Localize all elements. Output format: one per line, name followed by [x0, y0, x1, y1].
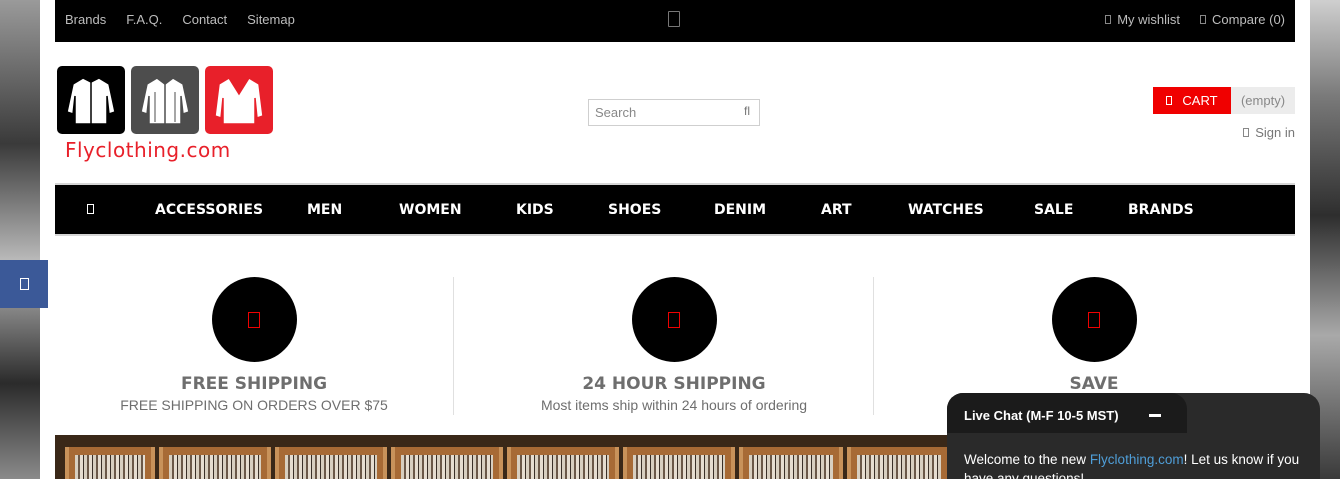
nav-bottom-divider — [55, 234, 1295, 236]
feature-subtitle: FREE SHIPPING ON ORDERS OVER $75 — [120, 397, 388, 413]
live-chat-message: Welcome to the new Flyclothing.com! Let … — [964, 450, 1309, 479]
site-logo[interactable]: Flyclothing.com — [57, 66, 277, 162]
nav-item-accessories[interactable]: ACCESSORIES — [155, 202, 263, 218]
home-icon[interactable] — [87, 204, 94, 214]
nav-item-kids[interactable]: KIDS — [516, 202, 554, 218]
feature-title: SAVE — [1069, 374, 1119, 394]
logo-text: Flyclothing.com — [65, 138, 231, 162]
top-link-faq[interactable]: F.A.Q. — [126, 12, 162, 27]
live-chat-widget: Live Chat (M-F 10-5 MST) Welcome to the … — [947, 393, 1320, 479]
search-icon[interactable]: fl — [744, 104, 750, 118]
top-link-sitemap[interactable]: Sitemap — [247, 12, 295, 27]
chat-site-link[interactable]: Flyclothing.com — [1090, 452, 1184, 467]
facebook-button[interactable] — [0, 260, 48, 308]
heart-icon — [1105, 15, 1112, 24]
nav-item-shoes[interactable]: SHOES — [608, 202, 661, 218]
minimize-icon[interactable] — [1149, 414, 1161, 417]
wishlist-link[interactable]: My wishlist — [1105, 12, 1180, 27]
nav-item-women[interactable]: WOMEN — [399, 202, 462, 218]
top-links: Brands F.A.Q. Contact Sitemap — [65, 12, 295, 27]
compare-label: Compare (0) — [1212, 12, 1285, 27]
clock-icon — [631, 277, 717, 362]
feature-24-hour-shipping: 24 HOUR SHIPPING Most items ship within … — [464, 277, 884, 413]
background-left — [0, 0, 40, 479]
cart-label: CART — [1182, 93, 1218, 108]
cart-widget: CART (empty) — [1153, 87, 1295, 114]
compare-icon — [1200, 15, 1207, 24]
sign-in-label: Sign in — [1255, 125, 1295, 140]
main-nav: ACCESSORIES MEN WOMEN KIDS SHOES DENIM A… — [55, 185, 1295, 234]
logo-jacket-grey — [131, 66, 199, 134]
feature-title: 24 HOUR SHIPPING — [582, 374, 766, 394]
truck-icon — [211, 277, 297, 362]
nav-item-brands[interactable]: BRANDS — [1128, 202, 1194, 218]
feature-divider — [873, 277, 874, 415]
sign-in-link[interactable]: Sign in — [1243, 125, 1295, 140]
top-link-contact[interactable]: Contact — [182, 12, 227, 27]
nav-item-denim[interactable]: DENIM — [714, 202, 766, 218]
search-box: fl — [588, 99, 760, 126]
chat-msg-before: Welcome to the new — [964, 452, 1090, 467]
compare-link[interactable]: Compare (0) — [1200, 12, 1285, 27]
logo-top-red — [205, 66, 273, 134]
tag-icon — [1051, 277, 1137, 362]
feature-title: FREE SHIPPING — [180, 374, 328, 394]
cart-icon — [1166, 96, 1173, 105]
feature-free-shipping: FREE SHIPPING FREE SHIPPING ON ORDERS OV… — [44, 277, 464, 413]
facebook-icon — [19, 278, 29, 290]
live-chat-title: Live Chat (M-F 10-5 MST) — [964, 408, 1119, 423]
nav-item-art[interactable]: ART — [821, 202, 852, 218]
search-input[interactable] — [589, 100, 729, 125]
mobile-icon[interactable] — [668, 11, 680, 27]
cart-status: (empty) — [1231, 87, 1295, 114]
user-icon — [1243, 128, 1250, 137]
logo-jacket-black — [57, 66, 125, 134]
nav-item-watches[interactable]: WATCHES — [908, 202, 984, 218]
wishlist-label: My wishlist — [1117, 12, 1181, 27]
nav-item-sale[interactable]: SALE — [1034, 202, 1073, 218]
top-link-brands[interactable]: Brands — [65, 12, 106, 27]
nav-item-men[interactable]: MEN — [307, 202, 342, 218]
top-bar: Brands F.A.Q. Contact Sitemap My wishlis… — [55, 0, 1295, 42]
top-right-links: My wishlist Compare (0) — [1105, 12, 1285, 27]
feature-subtitle: Most items ship within 24 hours of order… — [540, 397, 808, 413]
cart-button[interactable]: CART — [1153, 87, 1231, 114]
feature-divider — [453, 277, 454, 415]
